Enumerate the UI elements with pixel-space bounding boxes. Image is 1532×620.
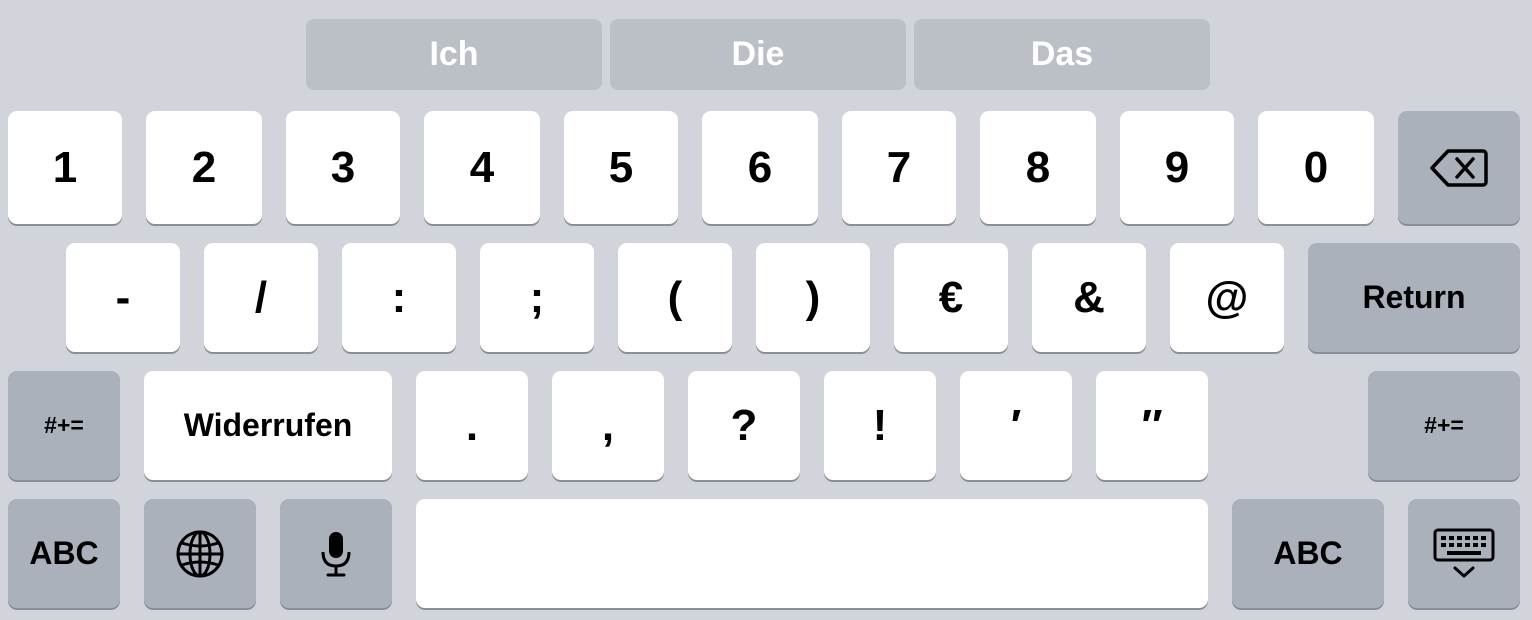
key-at[interactable]: @ (1170, 243, 1284, 352)
key-slash[interactable]: / (204, 243, 318, 352)
space-bar[interactable] (416, 499, 1208, 608)
key-hyphen[interactable]: - (66, 243, 180, 352)
key-3[interactable]: 3 (286, 111, 400, 224)
key-close-paren[interactable]: ) (756, 243, 870, 352)
return-key[interactable]: Return (1308, 243, 1520, 352)
key-comma[interactable]: , (552, 371, 664, 480)
key-exclamation[interactable]: ! (824, 371, 936, 480)
key-semicolon[interactable]: ; (480, 243, 594, 352)
symbols-toggle-right[interactable]: #+= (1368, 371, 1520, 480)
key-9[interactable]: 9 (1120, 111, 1234, 224)
abc-key-left[interactable]: ABC (8, 499, 120, 608)
key-colon[interactable]: : (342, 243, 456, 352)
key-open-paren[interactable]: ( (618, 243, 732, 352)
key-5[interactable]: 5 (564, 111, 678, 224)
globe-icon (175, 529, 225, 579)
suggestion-3[interactable]: Das (914, 19, 1210, 90)
key-4[interactable]: 4 (424, 111, 540, 224)
microphone-icon (319, 530, 353, 578)
backspace-icon (1430, 148, 1488, 188)
key-8[interactable]: 8 (980, 111, 1096, 224)
key-2[interactable]: 2 (146, 111, 262, 224)
key-euro[interactable]: € (894, 243, 1008, 352)
undo-key[interactable]: Widerrufen (144, 371, 392, 480)
abc-key-right[interactable]: ABC (1232, 499, 1384, 608)
symbols-toggle-left[interactable]: #+= (8, 371, 120, 480)
backspace-key[interactable] (1398, 111, 1520, 224)
key-double-prime[interactable]: ″ (1096, 371, 1208, 480)
globe-key[interactable] (144, 499, 256, 608)
key-period[interactable]: . (416, 371, 528, 480)
keyboard-dismiss-icon (1433, 528, 1495, 580)
key-0[interactable]: 0 (1258, 111, 1374, 224)
suggestion-1[interactable]: Ich (306, 19, 602, 90)
key-1[interactable]: 1 (8, 111, 122, 224)
dictation-key[interactable] (280, 499, 392, 608)
key-6[interactable]: 6 (702, 111, 818, 224)
keyboard-dismiss-key[interactable] (1408, 499, 1520, 608)
suggestion-2[interactable]: Die (610, 19, 906, 90)
key-prime[interactable]: ′ (960, 371, 1072, 480)
key-7[interactable]: 7 (842, 111, 956, 224)
key-question[interactable]: ? (688, 371, 800, 480)
key-ampersand[interactable]: & (1032, 243, 1146, 352)
